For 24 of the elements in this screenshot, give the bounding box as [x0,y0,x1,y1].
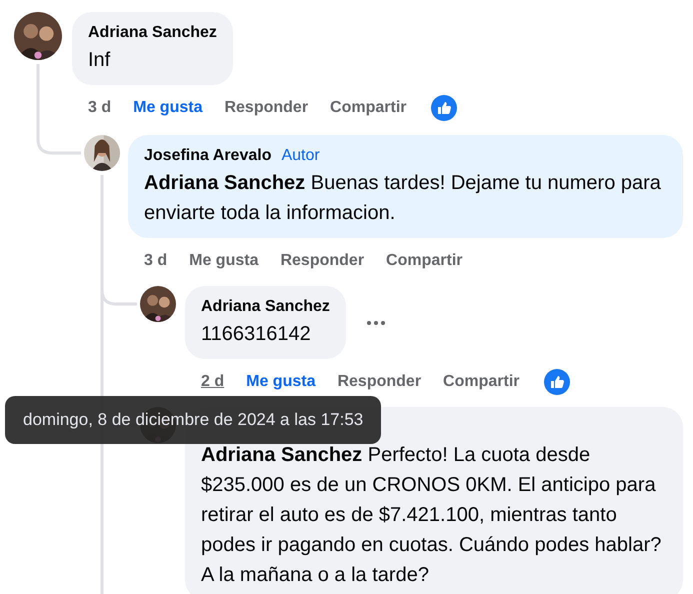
like-link[interactable]: Me gusta [133,96,202,120]
author-name[interactable]: Adriana Sanchez [201,295,330,319]
comment-text: Inf [88,48,112,73]
comment-text: Adriana Sanchez Buenas tardes! Dejame tu numero para enviarte toda la informacion. [144,171,662,226]
author-label: Autor [281,146,320,166]
timestamp-link[interactable]: 3 d [144,249,168,273]
share-link[interactable]: Compartir [330,96,406,120]
date-tooltip: domingo, 8 de diciembre de 2024 a las 17:53 [5,396,382,444]
author-name[interactable]: Adriana Sanchez [88,21,217,45]
share-link[interactable]: Compartir [386,249,462,273]
more-icon[interactable] [366,320,386,326]
timestamp-link[interactable]: 2 d [201,370,224,394]
comment-text: Adriana Sanchez Perfecto! La cuota desde $235.000 es de un CRONOS 0KM. El anticipo para retirar el auto es de $7.421.100, mientras tanto podes ir pagando en cuotas. Cuándo podes hablar? A la mañana o a la tarde? [201,443,662,588]
author-name[interactable]: Josefina Arevalo [144,144,272,168]
timestamp-link[interactable]: 3 d [88,96,112,120]
reply-link[interactable]: Responder [224,96,308,120]
like-link[interactable]: Me gusta [246,370,316,394]
share-link[interactable]: Compartir [443,370,520,394]
reply-link[interactable]: Responder [280,249,364,273]
comment-text: 1166316142 [201,322,312,347]
reply-link[interactable]: Responder [337,370,422,394]
thumbs-up-icon [430,95,456,121]
like-link[interactable]: Me gusta [189,249,258,273]
thumbs-up-icon [544,369,570,395]
